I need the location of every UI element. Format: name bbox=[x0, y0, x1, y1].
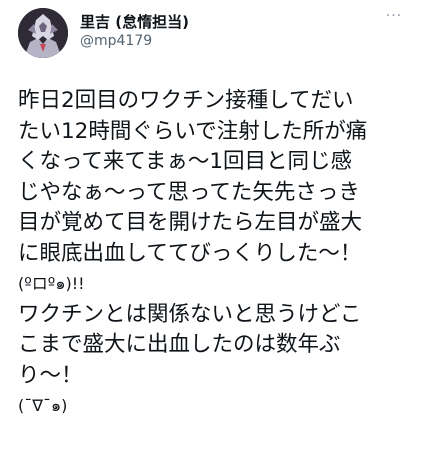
avatar[interactable] bbox=[18, 8, 68, 58]
tweet-text-line: 昨日2回目のワクチン接種してだい bbox=[18, 88, 354, 113]
tweet-text: 昨日2回目のワクチン接種してだい たい12時間ぐらいで注射した所が痛 くなって来… bbox=[18, 86, 418, 422]
display-name[interactable]: 里吉 (怠惰担当) bbox=[80, 12, 189, 32]
avatar-image-icon bbox=[18, 8, 68, 58]
tweet-text-line: くなって来てまぁ〜1回目と同じ感 bbox=[18, 149, 353, 174]
tweet-header: 里吉 (怠惰担当) @mp4179 ··· bbox=[18, 8, 411, 60]
tweet-text-line: たい12時間ぐらいで注射した所が痛 bbox=[18, 118, 368, 144]
tweet-text-line: こまで盛大に出血したのは数年ぶ bbox=[18, 332, 341, 357]
kaomoji-line: (¯∇¯๑) bbox=[18, 396, 68, 415]
tweet-text-line: に眼底出血しててびっくりした〜！ bbox=[18, 240, 362, 266]
tweet-card: 里吉 (怠惰担当) @mp4179 ··· 昨日2回目のワクチン接種してだい た… bbox=[0, 0, 421, 462]
kaomoji-line: (ºロº๑)!! bbox=[18, 274, 85, 293]
tweet-text-line: 目が覚めて目を開けたら左目が盛大 bbox=[18, 210, 363, 235]
tweet-text-line: じやなぁ〜って思ってた矢先さっき bbox=[18, 179, 360, 205]
author-names: 里吉 (怠惰担当) @mp4179 bbox=[80, 12, 189, 51]
more-options-icon[interactable]: ··· bbox=[383, 9, 405, 26]
user-handle[interactable]: @mp4179 bbox=[80, 32, 189, 51]
tweet-text-line: り〜！ bbox=[18, 362, 83, 388]
tweet-text-line: ワクチンとは関係ないと思うけどこ bbox=[18, 301, 362, 327]
